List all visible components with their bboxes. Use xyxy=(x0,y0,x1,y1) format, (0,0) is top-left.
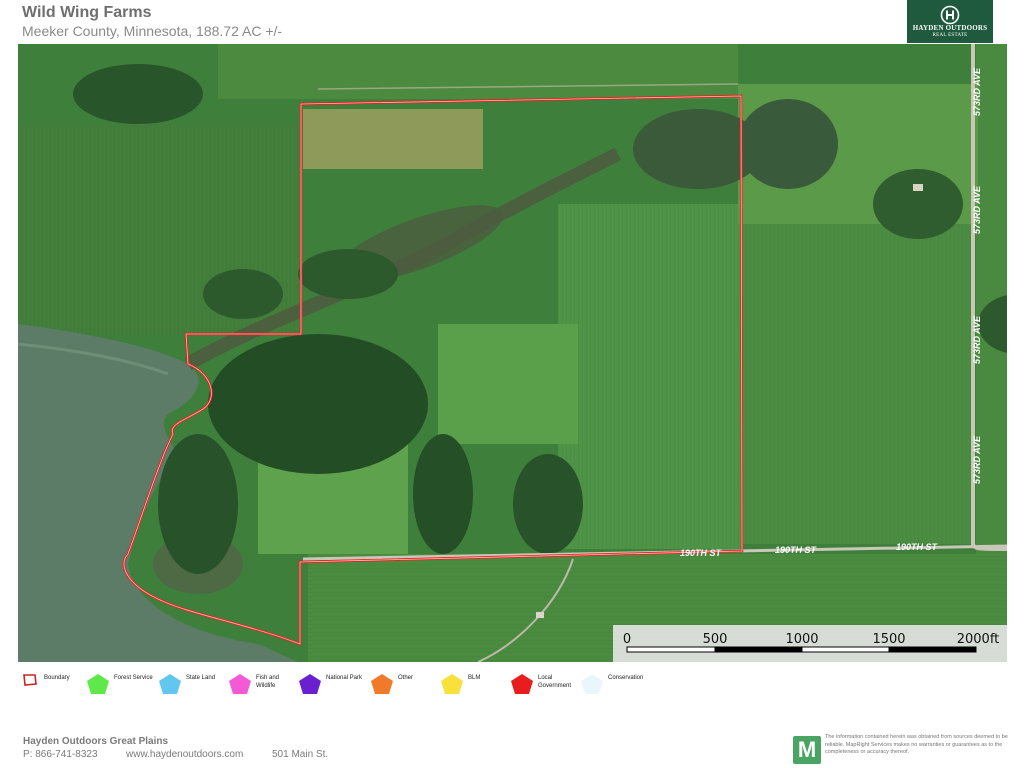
legend-label-local-government: Local Government xyxy=(538,675,572,689)
hayden-h-emblem-icon xyxy=(940,5,960,25)
road-label-190th-st-2: 190TH ST xyxy=(775,545,818,555)
legend-label-forest-service: Forest Service xyxy=(114,675,153,681)
state-land-pentagon-icon xyxy=(159,674,181,694)
scale-tick-1500: 1500 xyxy=(872,632,905,647)
scale-seg-2 xyxy=(714,646,803,653)
road-label-573rd-ave-4: 573RD AVE xyxy=(972,435,982,484)
scale-tick-500: 500 xyxy=(703,632,728,647)
boundary-outline-icon xyxy=(23,674,37,686)
hayden-outdoors-logo[interactable]: HAYDEN OUTDOORS REAL ESTATE xyxy=(907,0,993,43)
scale-tick-1000: 1000 xyxy=(785,632,818,647)
scale-tick-0: 0 xyxy=(623,632,631,647)
legend-label-state-land: State Land xyxy=(186,675,216,681)
legend-label-national-park: National Park xyxy=(326,675,363,681)
woods-southwest xyxy=(158,434,238,574)
road-label-190th-st-3: 190TH ST xyxy=(896,542,939,552)
aerial-map-canvas: 573RD AVE 573RD AVE 573RD AVE 573RD AVE … xyxy=(18,44,1007,662)
legend-label-blm: BLM xyxy=(468,675,481,681)
road-label-573rd-ave-3: 573RD AVE xyxy=(972,315,982,364)
footer-phone[interactable]: P: 866-741-8323 xyxy=(23,749,98,760)
mapright-logo[interactable]: M xyxy=(793,736,821,764)
fish-and-wildlife-pentagon-icon xyxy=(229,674,251,694)
scale-seg-4 xyxy=(888,646,977,653)
national-park-pentagon-icon xyxy=(299,674,321,694)
map-legend: Boundary Forest Service State Land Fish … xyxy=(18,668,678,698)
mapright-disclaimer: The information contained herein was obt… xyxy=(825,734,1008,755)
field-north xyxy=(218,44,738,99)
road-label-573rd-ave-2: 573RD AVE xyxy=(972,185,982,234)
logo-subtitle: REAL ESTATE xyxy=(932,33,968,38)
scale-seg-1 xyxy=(626,646,716,653)
woods-nw xyxy=(73,64,203,124)
conservation-pentagon-icon xyxy=(581,674,603,694)
farm-building xyxy=(536,612,544,618)
road-label-190th-st-1: 190TH ST xyxy=(680,548,723,558)
woods-southeast xyxy=(513,454,583,554)
forest-service-pentagon-icon xyxy=(87,674,109,694)
woods-farmstead xyxy=(873,169,963,239)
woods-south xyxy=(413,434,473,554)
field-light-tan xyxy=(303,109,483,169)
local-government-pentagon-icon xyxy=(511,674,533,694)
field-light-center xyxy=(438,324,578,444)
road-label-573rd-ave-1: 573RD AVE xyxy=(972,67,982,116)
aerial-map[interactable]: 573RD AVE 573RD AVE 573RD AVE 573RD AVE … xyxy=(18,44,1007,662)
footer-address: 501 Main St. xyxy=(272,749,329,760)
blm-pentagon-icon xyxy=(441,674,463,694)
legend-label-fish-and-wildlife: Fish and Wildlife xyxy=(256,675,280,689)
wetland-ne xyxy=(738,99,838,189)
farm-building-ne xyxy=(913,184,923,191)
map-title: Wild Wing Farms xyxy=(22,4,152,21)
woods-creek xyxy=(298,249,398,299)
footer-company-name: Hayden Outdoors Great Plains xyxy=(23,736,169,747)
footer-website-link[interactable]: www.haydenoutdoors.com xyxy=(126,749,243,760)
woods-central xyxy=(208,334,428,474)
legend-label-boundary: Boundary xyxy=(44,675,70,681)
map-subtitle: Meeker County, Minnesota, 188.72 AC +/- xyxy=(22,23,283,39)
legend-label-other: Other xyxy=(398,675,414,681)
scale-bar: 0 500 1000 1500 2000ft xyxy=(613,625,1007,662)
scale-seg-3 xyxy=(801,646,890,653)
scale-tick-2000ft: 2000ft xyxy=(957,632,1000,647)
other-pentagon-icon xyxy=(371,674,393,694)
logo-name: HAYDEN OUTDOORS xyxy=(912,24,988,32)
woods-west xyxy=(203,269,283,319)
legend-label-conservation: Conservation xyxy=(608,675,644,681)
